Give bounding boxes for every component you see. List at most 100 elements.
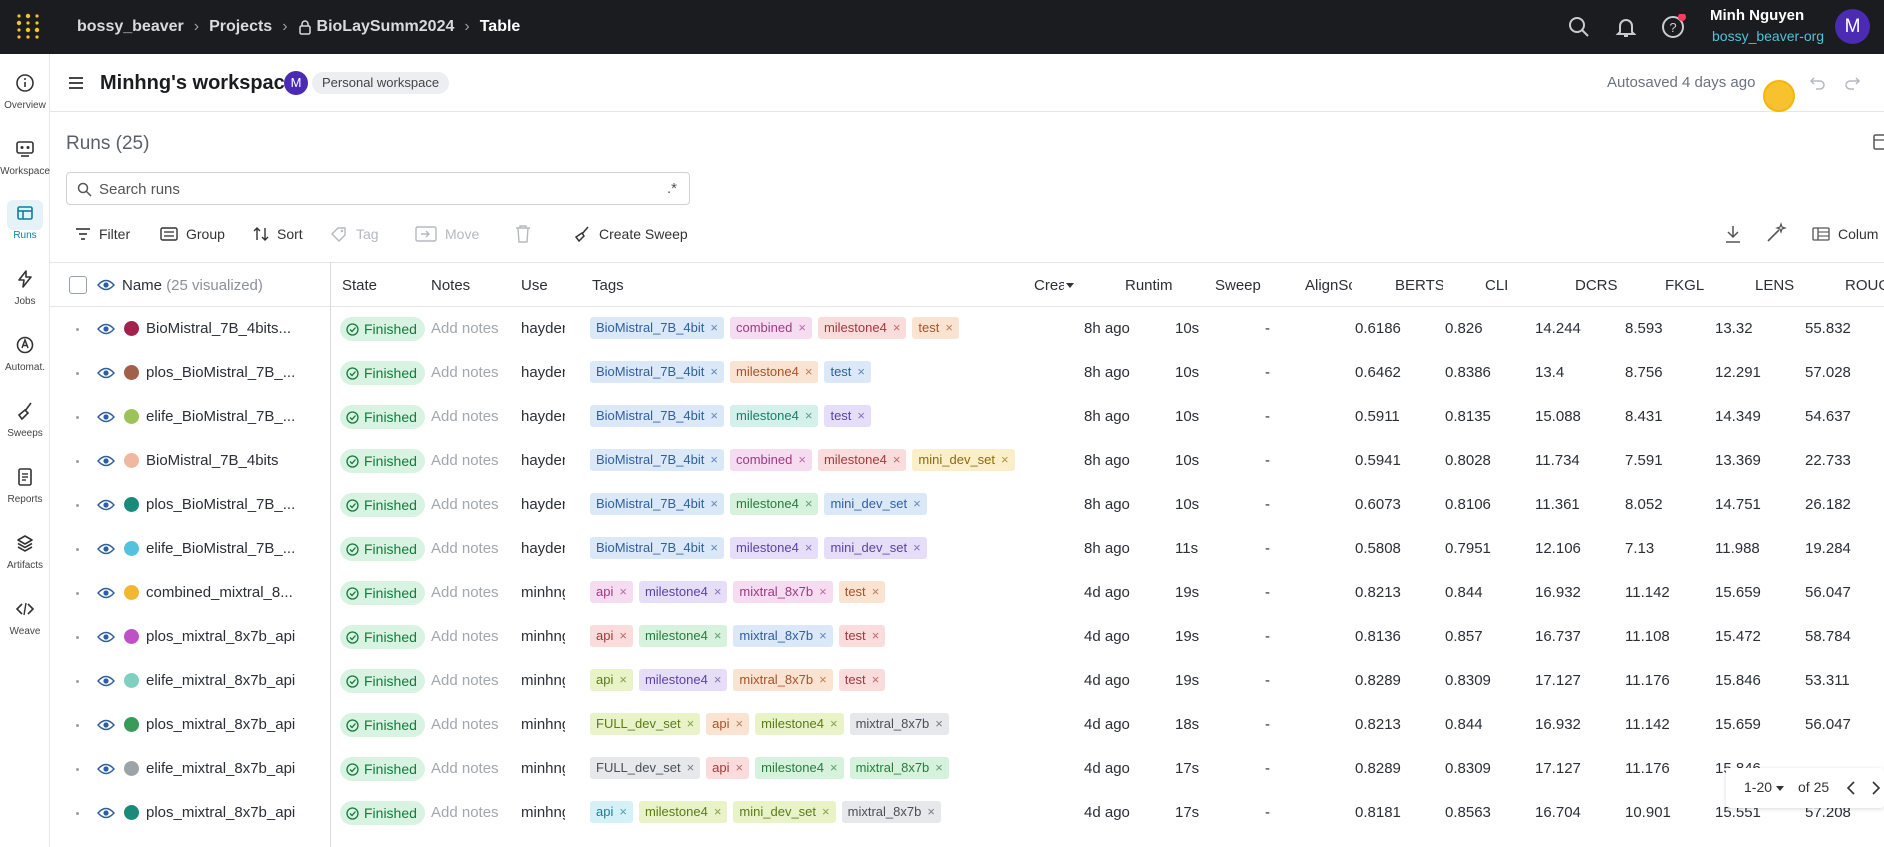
notes-cell[interactable]: Add notes <box>431 540 499 557</box>
crumb-entity[interactable]: bossy_beaver <box>77 18 184 36</box>
close-icon[interactable]: × <box>619 628 627 643</box>
table-row[interactable]: BioMistral_7B_4bits... Finished Add notes h… <box>50 307 1884 351</box>
table-row[interactable]: elife_BioMistral_7B_... Finished Add notes… <box>50 395 1884 439</box>
tag-chip[interactable]: BioMistral_7B_4bit × <box>590 449 724 471</box>
search-runs-input[interactable]: Search runs .* <box>66 172 690 205</box>
col-header-created[interactable]: Crea <box>1034 277 1064 294</box>
tag-chip[interactable]: mini_dev_set × <box>824 537 927 559</box>
col-header-sweep[interactable]: Sweep <box>1215 277 1261 294</box>
sidebar-item-artifacts[interactable]: Artifacts <box>0 530 50 571</box>
tag-chip[interactable]: api × <box>706 713 750 735</box>
close-icon[interactable]: × <box>1001 452 1009 467</box>
notes-cell[interactable]: Add notes <box>431 408 499 425</box>
run-color-dot[interactable] <box>124 409 139 424</box>
sidebar-item-automations[interactable]: Automat. <box>0 332 50 373</box>
close-icon[interactable]: × <box>893 320 901 335</box>
close-icon[interactable]: × <box>819 672 827 687</box>
close-icon[interactable]: × <box>805 408 813 423</box>
close-icon[interactable]: × <box>819 584 827 599</box>
col-header-notes[interactable]: Notes <box>431 277 470 294</box>
run-color-dot[interactable] <box>124 321 139 336</box>
close-icon[interactable]: × <box>857 364 865 379</box>
sidebar-item-jobs[interactable]: Jobs <box>0 266 50 307</box>
eye-icon[interactable] <box>97 410 115 424</box>
sidebar-item-reports[interactable]: Reports <box>0 464 50 505</box>
user-org[interactable]: bossy_beaver-org <box>1712 28 1824 44</box>
tag-chip[interactable]: api × <box>590 669 633 691</box>
tag-chip[interactable]: FULL_dev_set × <box>590 757 701 779</box>
eye-icon[interactable] <box>97 366 115 380</box>
sidebar-item-weave[interactable]: Weave <box>0 596 50 637</box>
col-header-alignscore[interactable]: AlignSc <box>1305 277 1352 294</box>
col-header-name[interactable]: Name (25 visualized) <box>122 277 263 294</box>
eye-icon[interactable] <box>97 630 115 644</box>
col-header-runtime[interactable]: Runtim <box>1125 277 1172 294</box>
notes-cell[interactable]: Add notes <box>431 628 499 645</box>
sidebar-item-runs[interactable]: Runs <box>0 200 50 241</box>
tag-chip[interactable]: mixtral_8x7b × <box>849 713 949 735</box>
drag-handle[interactable] <box>76 724 79 727</box>
tag-chip[interactable]: mini_dev_set × <box>912 449 1015 471</box>
close-icon[interactable]: × <box>935 760 943 775</box>
notes-cell[interactable]: Add notes <box>431 760 499 777</box>
tag-chip[interactable]: milestone4 × <box>638 801 728 823</box>
drag-handle[interactable] <box>76 460 79 463</box>
close-icon[interactable]: × <box>913 540 921 555</box>
close-icon[interactable]: × <box>830 760 838 775</box>
group-button[interactable]: Group <box>160 224 225 244</box>
run-color-dot[interactable] <box>124 585 139 600</box>
tag-chip[interactable]: mixtral_8x7b × <box>733 625 833 647</box>
eye-icon[interactable] <box>97 762 115 776</box>
run-color-dot[interactable] <box>124 541 139 556</box>
drag-handle[interactable] <box>76 548 79 551</box>
run-name[interactable]: plos_BioMistral_7B_... <box>146 496 316 513</box>
close-icon[interactable]: × <box>935 716 943 731</box>
tag-chip[interactable]: milestone4 × <box>755 757 844 779</box>
drag-handle[interactable] <box>76 636 79 639</box>
filter-button[interactable]: Filter <box>75 224 130 244</box>
tag-chip[interactable]: BioMistral_7B_4bit × <box>590 405 724 427</box>
sort-button[interactable]: Sort <box>253 224 303 244</box>
notes-cell[interactable]: Add notes <box>431 452 499 469</box>
tag-chip[interactable]: mixtral_8x7b × <box>733 669 833 691</box>
notes-cell[interactable]: Add notes <box>431 364 499 381</box>
run-color-dot[interactable] <box>124 629 139 644</box>
chevron-left-icon[interactable] <box>1846 781 1856 795</box>
run-color-dot[interactable] <box>124 453 139 468</box>
close-icon[interactable]: × <box>830 716 838 731</box>
eye-icon[interactable] <box>97 498 115 512</box>
notes-cell[interactable]: Add notes <box>431 584 499 601</box>
tag-chip[interactable]: test × <box>824 361 872 383</box>
help-icon[interactable]: ? <box>1660 14 1686 40</box>
col-header-fkgl[interactable]: FKGL <box>1665 277 1704 294</box>
close-icon[interactable]: × <box>857 408 865 423</box>
tag-chip[interactable]: test × <box>912 317 959 339</box>
tag-chip[interactable]: mixtral_8x7b × <box>841 801 941 823</box>
run-color-dot[interactable] <box>124 805 139 820</box>
table-row[interactable]: elife_BioMistral_7B_... Finished Add notes… <box>50 527 1884 571</box>
close-icon[interactable]: × <box>710 364 718 379</box>
close-icon[interactable]: × <box>913 496 921 511</box>
tag-chip[interactable]: milestone4 × <box>638 581 728 603</box>
tag-chip[interactable]: mini_dev_set × <box>733 801 836 823</box>
bell-icon[interactable] <box>1614 14 1638 40</box>
run-name[interactable]: combined_mixtral_8... <box>146 584 316 601</box>
close-icon[interactable]: × <box>819 628 827 643</box>
eye-icon[interactable] <box>97 322 115 336</box>
run-color-dot[interactable] <box>124 365 139 380</box>
table-row[interactable]: elife_mixtral_8x7b_api Finished Add notes m… <box>50 747 1884 791</box>
regex-toggle[interactable]: .* <box>667 180 677 197</box>
run-name[interactable]: elife_BioMistral_7B_... <box>146 408 316 425</box>
tag-chip[interactable]: milestone4 × <box>729 537 819 559</box>
close-icon[interactable]: × <box>714 672 722 687</box>
close-icon[interactable]: × <box>714 584 722 599</box>
close-icon[interactable]: × <box>927 804 935 819</box>
close-icon[interactable]: × <box>710 496 718 511</box>
close-icon[interactable]: × <box>805 364 813 379</box>
tag-chip[interactable]: mixtral_8x7b × <box>849 757 949 779</box>
eye-icon[interactable] <box>97 586 115 600</box>
run-name[interactable]: plos_mixtral_8x7b_api <box>146 628 316 645</box>
close-icon[interactable]: × <box>714 804 722 819</box>
col-header-dcrs[interactable]: DCRS <box>1575 277 1618 294</box>
close-icon[interactable]: × <box>710 452 718 467</box>
